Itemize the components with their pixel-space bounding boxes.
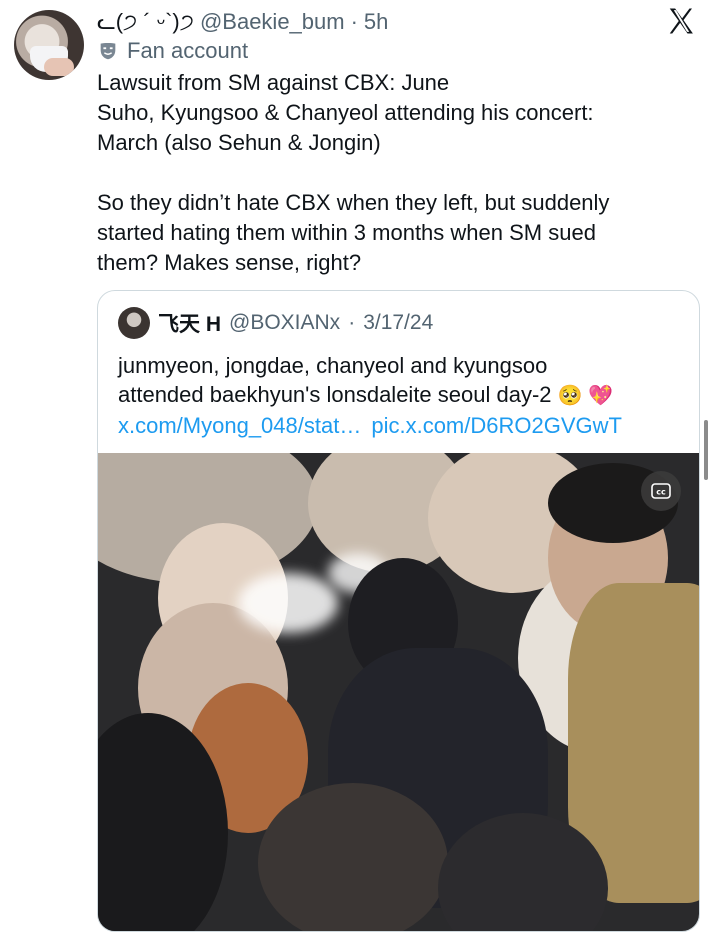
tweet-line: them? Makes sense, right? [97,250,362,275]
quote-line-2: attended baekhyun's lonsdaleite seoul da… [118,380,683,411]
quoted-tweet[interactable]: 飞天 H @BOXIANx · 3/17/24 junmyeon, jongda… [97,290,700,932]
fan-account-badge: Fan account [97,38,248,64]
quote-display-name[interactable]: 飞天 H [158,308,221,338]
quote-line-text: attended baekhyun's lonsdaleite seoul da… [118,382,552,407]
separator-dot: · [350,9,358,34]
quote-body: junmyeon, jongdae, chanyeol and kyungsoo… [118,351,683,440]
phone-light [238,573,338,633]
tweet-line: started hating them within 3 months when… [97,220,596,245]
quote-date[interactable]: 3/17/24 [363,311,433,335]
tweet-body: Lawsuit from SM against CBX: June Suho, … [97,68,697,278]
quote-avatar[interactable] [118,307,150,339]
avatar-hand [44,58,74,76]
author-display-name[interactable]: ᓚ(੭ ´ ᵕ`)੭ [97,9,194,35]
person-foreground [258,783,448,931]
pic-link[interactable]: pic.x.com/D6RO2GVGwT [371,413,622,438]
tweet-header: ᓚ(੭ ´ ᵕ`)੭ @Baekie_bum · 5h [97,6,634,38]
quote-handle[interactable]: @BOXIANx [229,311,340,335]
tweet-blank-line [97,158,697,188]
svg-text:cc: cc [656,488,666,497]
closed-captions-icon[interactable]: cc [641,471,681,511]
x-logo-svg [669,8,693,34]
tweet-line: So they didn’t hate CBX when they left, … [97,190,610,215]
emoji-icons: 🥺 💖 [557,385,614,407]
author-avatar[interactable] [14,10,84,80]
badge-label: Fan account [127,38,249,63]
tweet-line: Lawsuit from SM against CBX: June [97,70,450,95]
tweet-time[interactable]: 5h [364,9,388,35]
tweet-line: March (also Sehun & Jongin) [97,130,381,155]
tweet-line: Suho, Kyungsoo & Chanyeol attending his … [97,100,594,125]
quote-line: junmyeon, jongdae, chanyeol and kyungsoo [118,353,548,378]
concert-video[interactable]: cc [98,453,699,931]
theater-mask-icon [100,42,116,60]
status-link[interactable]: x.com/Myong_048/stat… [118,413,361,438]
cc-glyph: cc [651,483,671,499]
scrollbar[interactable] [704,420,708,480]
author-handle[interactable]: @Baekie_bum [200,9,345,35]
quote-separator: · [348,311,356,334]
x-logo-icon[interactable] [666,6,696,38]
quote-links: x.com/Myong_048/stat… pic.x.com/D6RO2GVGw… [118,411,683,440]
quote-header: 飞天 H @BOXIANx · 3/17/24 [118,307,433,339]
